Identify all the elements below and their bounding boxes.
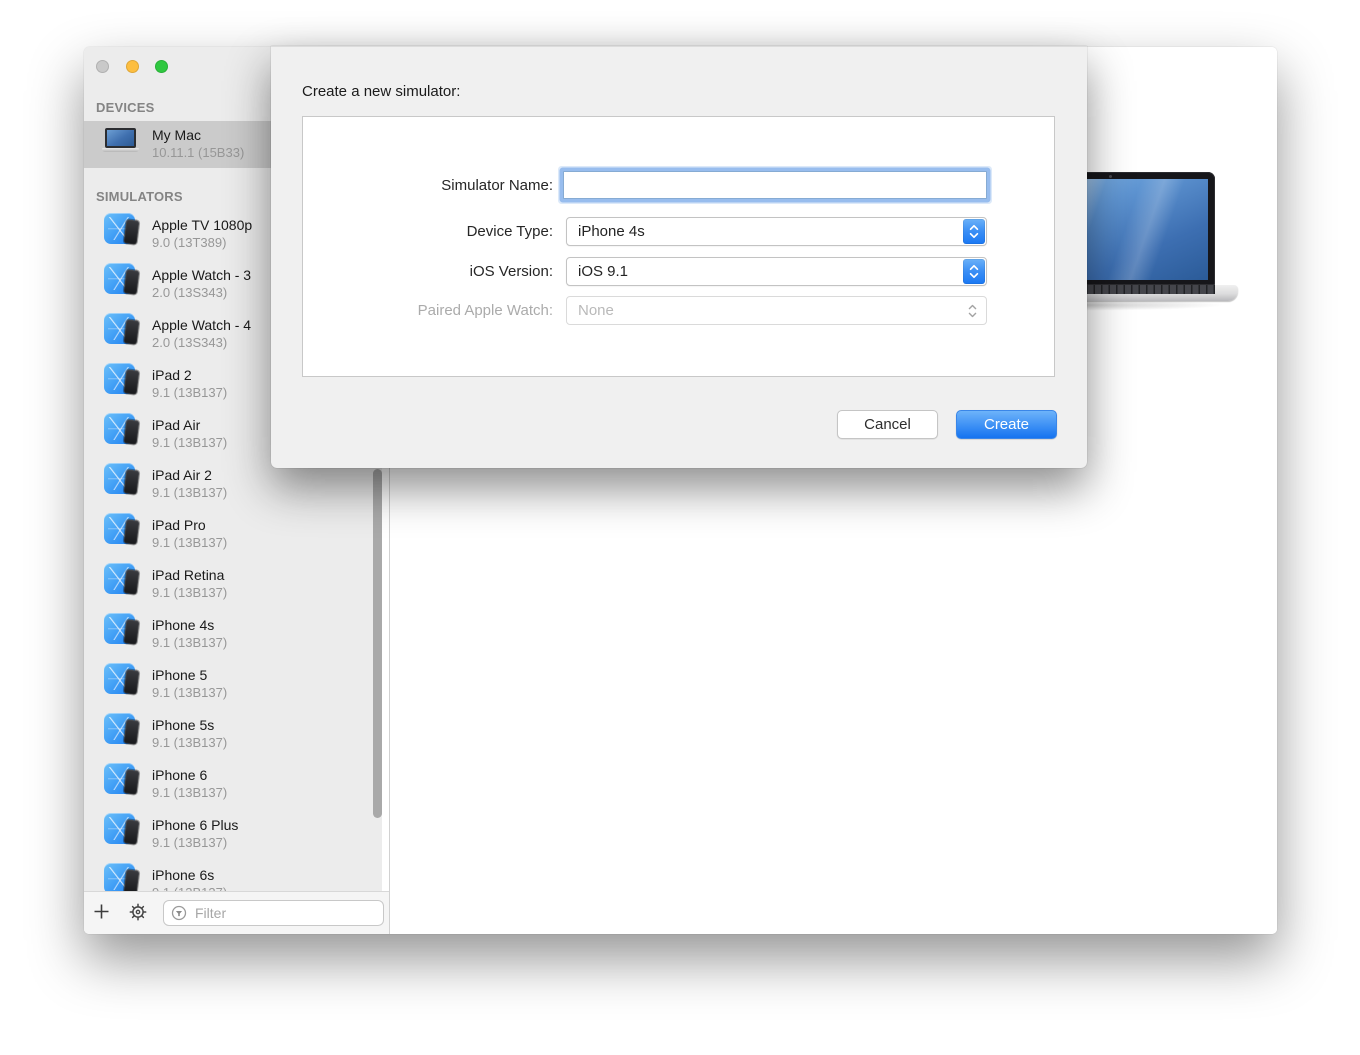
simulator-name: iPad Retina xyxy=(152,567,224,583)
sidebar-bottom-bar xyxy=(84,891,389,934)
simulator-version: 9.1 (13B137) xyxy=(152,435,227,450)
ios-version-value: iOS 9.1 xyxy=(567,263,628,280)
simulators-section-header: SIMULATORS xyxy=(96,189,183,204)
device-type-value: iPhone 4s xyxy=(567,223,645,240)
simulator-version: 9.1 (13B137) xyxy=(152,585,227,600)
simulator-version: 9.1 (13B137) xyxy=(152,635,227,650)
simulator-name: iPad Pro xyxy=(152,517,206,533)
simulator-name: iPhone 5s xyxy=(152,717,214,733)
simulator-app-icon xyxy=(104,363,135,394)
form-box xyxy=(302,116,1055,377)
popup-chevrons-disabled-icon xyxy=(967,303,978,319)
simulator-version: 9.1 (13B137) xyxy=(152,535,227,550)
device-name: My Mac xyxy=(152,127,201,143)
simulator-list-item[interactable]: iPhone 6 9.1 (13B137) xyxy=(84,761,389,811)
simulator-app-icon xyxy=(104,213,135,244)
simulator-version: 9.1 (13B137) xyxy=(152,735,227,750)
simulator-version: 9.1 (13B137) xyxy=(152,685,227,700)
ios-version-label: iOS Version: xyxy=(302,263,553,280)
paired-watch-value: None xyxy=(567,302,614,319)
gear-icon xyxy=(128,902,148,925)
simulator-list-item[interactable]: iPad Retina 9.1 (13B137) xyxy=(84,561,389,611)
simulator-app-icon xyxy=(104,813,135,844)
simulator-name-label: Simulator Name: xyxy=(302,177,553,194)
create-simulator-dialog: Create a new simulator: Simulator Name: … xyxy=(271,46,1087,468)
simulator-name: Apple Watch - 4 xyxy=(152,317,251,333)
simulator-app-icon xyxy=(104,713,135,744)
simulator-list-item[interactable]: iPhone 4s 9.1 (13B137) xyxy=(84,611,389,661)
simulator-name-input[interactable] xyxy=(563,171,987,199)
filter-input[interactable] xyxy=(193,904,357,922)
simulator-app-icon xyxy=(104,263,135,294)
simulator-app-icon xyxy=(104,513,135,544)
simulator-list-item[interactable]: iPhone 6 Plus 9.1 (13B137) xyxy=(84,811,389,861)
add-simulator-button[interactable] xyxy=(88,900,114,926)
simulator-name: Apple Watch - 3 xyxy=(152,267,251,283)
filter-field[interactable] xyxy=(163,900,384,926)
simulator-app-icon xyxy=(104,463,135,494)
macbook-icon xyxy=(102,128,140,154)
close-window-icon[interactable] xyxy=(96,60,109,73)
ios-version-row: iOS Version: iOS 9.1 xyxy=(302,257,1057,286)
ios-version-popup[interactable]: iOS 9.1 xyxy=(566,257,987,286)
simulator-name: iPhone 6s xyxy=(152,867,214,883)
simulator-version: 9.1 (13B137) xyxy=(152,485,227,500)
zoom-window-icon[interactable] xyxy=(155,60,168,73)
simulator-name: Apple TV 1080p xyxy=(152,217,252,233)
simulator-version: 9.0 (13T389) xyxy=(152,235,226,250)
simulator-app-icon xyxy=(104,413,135,444)
popup-chevrons-icon xyxy=(963,259,985,284)
simulator-version: 2.0 (13S343) xyxy=(152,285,227,300)
simulator-app-icon xyxy=(104,613,135,644)
device-type-row: Device Type: iPhone 4s xyxy=(302,217,1057,246)
simulator-name: iPhone 5 xyxy=(152,667,207,683)
simulator-app-icon xyxy=(104,313,135,344)
device-type-popup[interactable]: iPhone 4s xyxy=(566,217,987,246)
plus-icon xyxy=(93,903,110,923)
dialog-title: Create a new simulator: xyxy=(302,83,460,100)
device-type-label: Device Type: xyxy=(302,223,553,240)
simulator-name: iPhone 4s xyxy=(152,617,214,633)
simulator-app-icon xyxy=(104,563,135,594)
simulator-list-item[interactable]: iPhone 5s 9.1 (13B137) xyxy=(84,711,389,761)
filter-icon xyxy=(171,905,187,921)
sidebar-scrollbar[interactable] xyxy=(373,469,382,818)
simulator-name: iPhone 6 Plus xyxy=(152,817,238,833)
simulator-app-icon xyxy=(104,763,135,794)
simulator-version: 9.1 (13B137) xyxy=(152,785,227,800)
paired-watch-row: Paired Apple Watch: None xyxy=(302,296,1057,325)
camera-dot xyxy=(1109,175,1112,178)
simulator-list-item[interactable]: iPad Air 2 9.1 (13B137) xyxy=(84,461,389,511)
paired-watch-popup: None xyxy=(566,296,987,325)
simulator-name: iPad Air 2 xyxy=(152,467,212,483)
simulator-name: iPhone 6 xyxy=(152,767,207,783)
simulator-name-row: Simulator Name: xyxy=(302,169,1057,201)
devices-section-header: DEVICES xyxy=(96,100,154,115)
scrollbar-track xyxy=(382,468,389,892)
simulator-app-icon xyxy=(104,663,135,694)
minimize-window-icon[interactable] xyxy=(126,60,139,73)
create-button[interactable]: Create xyxy=(956,410,1057,439)
simulator-app-icon xyxy=(104,863,135,894)
simulator-name: iPad Air xyxy=(152,417,200,433)
device-version: 10.11.1 (15B33) xyxy=(152,145,244,160)
simulator-name: iPad 2 xyxy=(152,367,192,383)
simulator-version: 9.1 (13B137) xyxy=(152,835,227,850)
simulator-version: 2.0 (13S343) xyxy=(152,335,227,350)
cancel-button[interactable]: Cancel xyxy=(837,410,938,439)
paired-watch-label: Paired Apple Watch: xyxy=(302,302,553,319)
simulator-list-item[interactable]: iPad Pro 9.1 (13B137) xyxy=(84,511,389,561)
simulator-list-item[interactable]: iPhone 5 9.1 (13B137) xyxy=(84,661,389,711)
popup-chevrons-icon xyxy=(963,219,985,244)
actions-button[interactable] xyxy=(125,900,151,926)
simulator-version: 9.1 (13B137) xyxy=(152,385,227,400)
